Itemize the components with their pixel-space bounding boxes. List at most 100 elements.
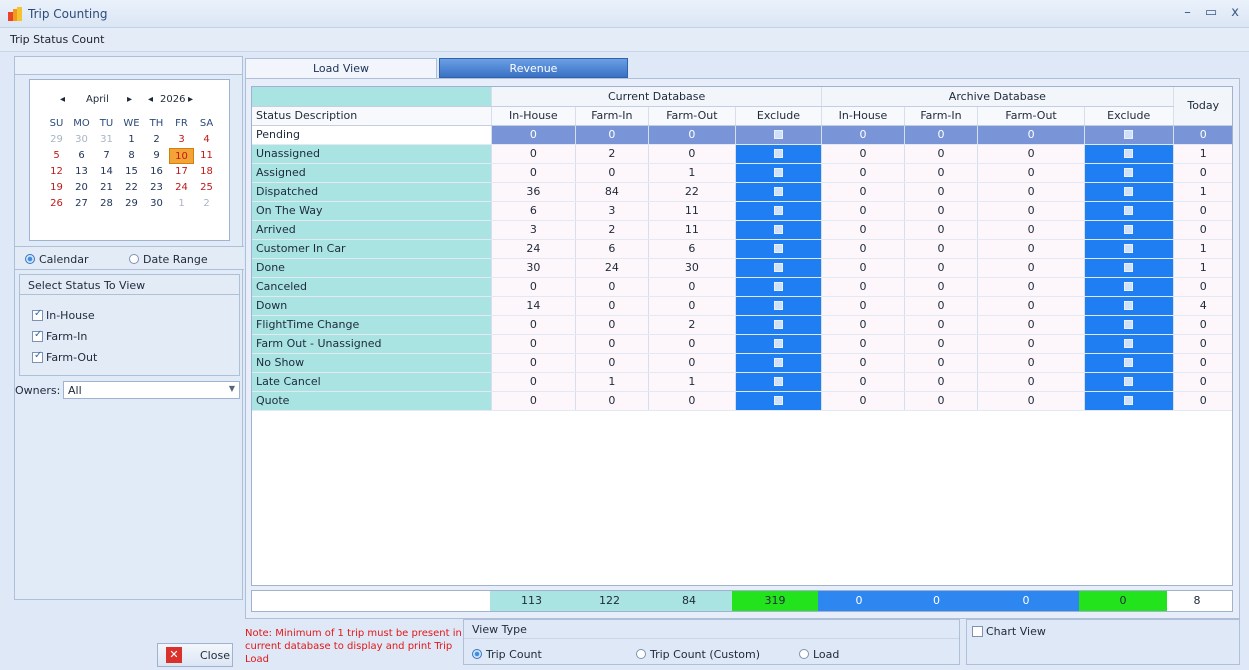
archive-count-cell[interactable]: 0: [904, 201, 979, 221]
table-row[interactable]: Done 30 24 30 0 0 0 1: [252, 258, 1232, 278]
col-status-description[interactable]: Status Description: [252, 106, 493, 126]
archive-count-cell[interactable]: 0: [904, 277, 979, 297]
current-count-cell[interactable]: 30: [491, 258, 576, 278]
archive-exclude-cell[interactable]: [1084, 182, 1174, 202]
current-count-cell[interactable]: 11: [648, 220, 736, 240]
current-exclude-cell[interactable]: [735, 144, 823, 164]
today-count-cell[interactable]: 0: [1173, 163, 1232, 183]
calendar-day[interactable]: 2: [194, 196, 219, 212]
archive-count-cell[interactable]: 0: [904, 258, 979, 278]
today-count-cell[interactable]: 0: [1173, 220, 1232, 240]
status-description-cell[interactable]: Farm Out - Unassigned: [252, 334, 493, 354]
exclude-checkbox-icon[interactable]: [1124, 320, 1134, 329]
exclude-checkbox-icon[interactable]: [1124, 187, 1134, 196]
current-exclude-cell[interactable]: [735, 182, 823, 202]
calendar-day[interactable]: 1: [119, 132, 144, 148]
status-description-cell[interactable]: Unassigned: [252, 144, 493, 164]
calendar-day[interactable]: 26: [44, 196, 69, 212]
table-row[interactable]: Farm Out - Unassigned 0 0 0 0 0 0 0: [252, 334, 1232, 354]
calendar-day[interactable]: 10: [169, 148, 194, 164]
today-count-cell[interactable]: 0: [1173, 201, 1232, 221]
calendar-day[interactable]: 29: [119, 196, 144, 212]
calendar-day[interactable]: 31: [94, 132, 119, 148]
archive-count-cell[interactable]: 0: [821, 391, 905, 411]
next-month-icon[interactable]: ▸: [127, 94, 132, 105]
exclude-checkbox-icon[interactable]: [773, 130, 783, 139]
status-description-cell[interactable]: Dispatched: [252, 182, 493, 202]
calendar-day[interactable]: 4: [194, 132, 219, 148]
calendar-day[interactable]: 23: [144, 180, 169, 196]
archive-count-cell[interactable]: 0: [977, 125, 1085, 145]
current-count-cell[interactable]: 24: [575, 258, 650, 278]
archive-exclude-cell[interactable]: [1084, 353, 1174, 373]
status-description-cell[interactable]: Arrived: [252, 220, 493, 240]
today-count-cell[interactable]: 0: [1173, 372, 1232, 392]
current-count-cell[interactable]: 22: [648, 182, 736, 202]
current-exclude-cell[interactable]: [735, 296, 823, 316]
calendar-day[interactable]: 25: [194, 180, 219, 196]
current-count-cell[interactable]: 0: [648, 391, 736, 411]
calendar-radio[interactable]: Calendar: [25, 253, 88, 266]
calendar-day[interactable]: 12: [44, 164, 69, 180]
calendar-day[interactable]: 16: [144, 164, 169, 180]
status-description-cell[interactable]: Canceled: [252, 277, 493, 297]
current-exclude-cell[interactable]: [735, 258, 823, 278]
current-count-cell[interactable]: 0: [575, 315, 650, 335]
col-archive-exclude[interactable]: Exclude: [1084, 106, 1174, 126]
calendar-day[interactable]: 7: [94, 148, 119, 164]
calendar-day[interactable]: 14: [94, 164, 119, 180]
exclude-checkbox-icon[interactable]: [773, 396, 783, 405]
table-row[interactable]: On The Way 6 3 11 0 0 0 0: [252, 201, 1232, 221]
calendar-day[interactable]: 30: [69, 132, 94, 148]
archive-exclude-cell[interactable]: [1084, 163, 1174, 183]
col-archive-in-house[interactable]: In-House: [821, 106, 905, 126]
archive-count-cell[interactable]: 0: [977, 391, 1085, 411]
archive-count-cell[interactable]: 0: [821, 277, 905, 297]
col-archive-farm-out[interactable]: Farm-Out: [977, 106, 1085, 126]
calendar-day[interactable]: 29: [44, 132, 69, 148]
archive-count-cell[interactable]: 0: [977, 182, 1085, 202]
archive-count-cell[interactable]: 0: [977, 239, 1085, 259]
calendar-day[interactable]: 28: [94, 196, 119, 212]
current-count-cell[interactable]: 0: [575, 353, 650, 373]
today-count-cell[interactable]: 0: [1173, 334, 1232, 354]
current-count-cell[interactable]: 0: [491, 125, 576, 145]
current-count-cell[interactable]: 0: [491, 163, 576, 183]
current-exclude-cell[interactable]: [735, 220, 823, 240]
status-description-cell[interactable]: Pending: [252, 125, 493, 145]
archive-exclude-cell[interactable]: [1084, 125, 1174, 145]
current-count-cell[interactable]: 0: [491, 353, 576, 373]
exclude-checkbox-icon[interactable]: [1124, 301, 1134, 310]
today-count-cell[interactable]: 0: [1173, 353, 1232, 373]
archive-count-cell[interactable]: 0: [904, 125, 979, 145]
table-row[interactable]: Down 14 0 0 0 0 0 4: [252, 296, 1232, 316]
current-count-cell[interactable]: 0: [491, 334, 576, 354]
archive-count-cell[interactable]: 0: [977, 372, 1085, 392]
col-archive-farm-in[interactable]: Farm-In: [904, 106, 979, 126]
archive-count-cell[interactable]: 0: [904, 239, 979, 259]
archive-count-cell[interactable]: 0: [977, 163, 1085, 183]
archive-count-cell[interactable]: 0: [977, 220, 1085, 240]
current-count-cell[interactable]: 6: [648, 239, 736, 259]
status-description-cell[interactable]: Assigned: [252, 163, 493, 183]
current-count-cell[interactable]: 6: [575, 239, 650, 259]
table-row[interactable]: Dispatched 36 84 22 0 0 0 1: [252, 182, 1232, 202]
current-count-cell[interactable]: 0: [575, 163, 650, 183]
exclude-checkbox-icon[interactable]: [1124, 358, 1134, 367]
calendar-day[interactable]: 22: [119, 180, 144, 196]
status-description-cell[interactable]: Customer In Car: [252, 239, 493, 259]
current-exclude-cell[interactable]: [735, 125, 823, 145]
calendar-day[interactable]: 17: [169, 164, 194, 180]
exclude-checkbox-icon[interactable]: [773, 225, 783, 234]
today-count-cell[interactable]: 1: [1173, 258, 1232, 278]
archive-exclude-cell[interactable]: [1084, 220, 1174, 240]
exclude-checkbox-icon[interactable]: [1124, 377, 1134, 386]
current-count-cell[interactable]: 0: [648, 125, 736, 145]
archive-count-cell[interactable]: 0: [977, 315, 1085, 335]
current-count-cell[interactable]: 30: [648, 258, 736, 278]
exclude-checkbox-icon[interactable]: [773, 206, 783, 215]
today-count-cell[interactable]: 1: [1173, 239, 1232, 259]
archive-count-cell[interactable]: 0: [904, 296, 979, 316]
table-row[interactable]: No Show 0 0 0 0 0 0 0: [252, 353, 1232, 373]
exclude-checkbox-icon[interactable]: [773, 282, 783, 291]
